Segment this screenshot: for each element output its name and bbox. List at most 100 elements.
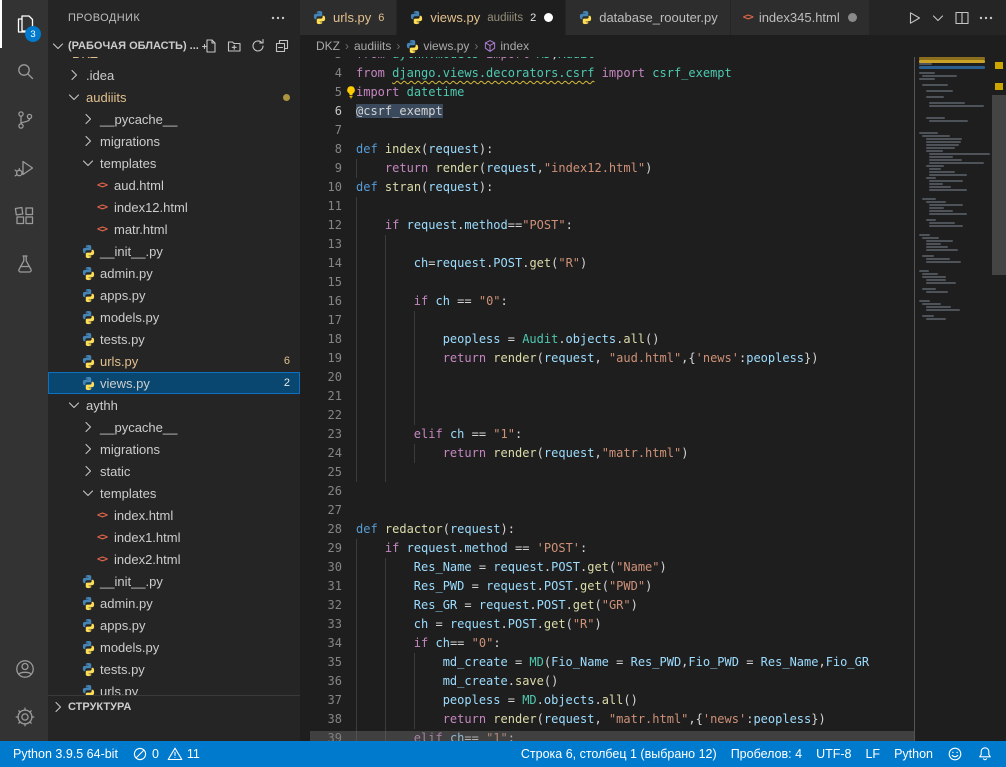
tree-item-__pycache__[interactable]: __pycache__ bbox=[48, 416, 300, 438]
dirty-indicator-icon[interactable] bbox=[848, 13, 857, 22]
tree-item-__init__.py[interactable]: __init__.py bbox=[48, 570, 300, 592]
code-line-36[interactable]: 36 md_create.save() bbox=[300, 672, 914, 691]
tree-item-aythh[interactable]: aythh bbox=[48, 394, 300, 416]
code-line-4[interactable]: 4from django.views.decorators.csrf impor… bbox=[300, 64, 914, 83]
code-line-27[interactable]: 27 bbox=[300, 501, 914, 520]
status-eol[interactable]: LF bbox=[858, 741, 887, 767]
tree-item-migrations[interactable]: migrations bbox=[48, 130, 300, 152]
tree-item-DKZ[interactable]: DKZ bbox=[48, 57, 300, 64]
code-line-21[interactable]: 21 bbox=[300, 387, 914, 406]
code-line-12[interactable]: 12 if request.method=="POST": bbox=[300, 216, 914, 235]
tree-item-views.py[interactable]: views.py2 bbox=[48, 372, 300, 394]
tree-item-index1.html[interactable]: <>index1.html bbox=[48, 526, 300, 548]
status-cursor-position[interactable]: Строка 6, столбец 1 (выбрано 12) bbox=[514, 741, 724, 767]
collapse-all-icon[interactable] bbox=[272, 36, 292, 56]
code-line-30[interactable]: 30 Res_Name = request.POST.get("Name") bbox=[300, 558, 914, 577]
code-line-35[interactable]: 35 md_create = MD(Fio_Name = Res_PWD,Fio… bbox=[300, 653, 914, 672]
tree-item-urls.py[interactable]: urls.py6 bbox=[48, 350, 300, 372]
more-actions-button[interactable] bbox=[976, 8, 996, 28]
code-line-17[interactable]: 17 bbox=[300, 311, 914, 330]
tree-item-templates[interactable]: templates bbox=[48, 152, 300, 174]
tree-item-__pycache__[interactable]: __pycache__ bbox=[48, 108, 300, 130]
tree-item-__init__.py[interactable]: __init__.py bbox=[48, 240, 300, 262]
tree-item-.idea[interactable]: .idea bbox=[48, 64, 300, 86]
status-encoding[interactable]: UTF-8 bbox=[809, 741, 858, 767]
overview-ruler[interactable] bbox=[992, 57, 1006, 741]
status-language-mode[interactable]: Python bbox=[887, 741, 940, 767]
activity-item-settings[interactable] bbox=[0, 693, 48, 741]
code-line-26[interactable]: 26 bbox=[300, 482, 914, 501]
code-line-16[interactable]: 16 if ch == "0": bbox=[300, 292, 914, 311]
tab-index345.html[interactable]: <>index345.html bbox=[731, 0, 870, 35]
tree-item-models.py[interactable]: models.py bbox=[48, 306, 300, 328]
activity-item-run-debug[interactable] bbox=[0, 144, 48, 192]
status-python-interpreter[interactable]: Python 3.9.5 64-bit bbox=[6, 741, 125, 767]
outline-section-header[interactable]: СТРУКТУРА bbox=[48, 695, 300, 718]
tab-urls.py[interactable]: urls.py6 bbox=[300, 0, 397, 35]
tree-item-admin.py[interactable]: admin.py bbox=[48, 592, 300, 614]
code-line-18[interactable]: 18 peopless = Audit.objects.all() bbox=[300, 330, 914, 349]
code-line-37[interactable]: 37 peopless = MD.objects.all() bbox=[300, 691, 914, 710]
code-line-34[interactable]: 34 if ch== "0": bbox=[300, 634, 914, 653]
tree-item-apps.py[interactable]: apps.py bbox=[48, 284, 300, 306]
code-line-31[interactable]: 31 Res_PWD = request.POST.get("PWD") bbox=[300, 577, 914, 596]
activity-item-testing[interactable] bbox=[0, 240, 48, 288]
activity-item-search[interactable] bbox=[0, 48, 48, 96]
dirty-indicator-icon[interactable] bbox=[544, 13, 553, 22]
code-line-13[interactable]: 13 bbox=[300, 235, 914, 254]
tree-item-tests.py[interactable]: tests.py bbox=[48, 658, 300, 680]
new-file-icon[interactable] bbox=[200, 36, 220, 56]
tree-item-audiiits[interactable]: audiiits bbox=[48, 86, 300, 108]
code-line-28[interactable]: 28def redactor(request): bbox=[300, 520, 914, 539]
sidebar-more-actions-icon[interactable] bbox=[268, 8, 288, 28]
tree-item-index2.html[interactable]: <>index2.html bbox=[48, 548, 300, 570]
code-line-11[interactable]: 11 bbox=[300, 197, 914, 216]
tab-database_roouter.py[interactable]: database_roouter.py bbox=[566, 0, 731, 35]
activity-item-extensions[interactable] bbox=[0, 192, 48, 240]
breadcrumb-item-DKZ[interactable]: DKZ bbox=[316, 39, 340, 53]
code-pane[interactable]: 3from aythh.models import MD,Audit4from … bbox=[300, 57, 914, 741]
code-editor[interactable]: 3from aythh.models import MD,Audit4from … bbox=[300, 57, 1006, 741]
refresh-icon[interactable] bbox=[248, 36, 268, 56]
code-line-33[interactable]: 33 ch = request.POST.get("R") bbox=[300, 615, 914, 634]
code-line-10[interactable]: 10def stran(request): bbox=[300, 178, 914, 197]
tree-item-tests.py[interactable]: tests.py bbox=[48, 328, 300, 350]
code-line-32[interactable]: 32 Res_GR = request.POST.get("GR") bbox=[300, 596, 914, 615]
minimap[interactable] bbox=[914, 57, 992, 741]
activity-item-explorer[interactable]: 3 bbox=[0, 0, 48, 48]
vertical-scrollbar[interactable] bbox=[992, 95, 1006, 275]
tree-item-aud.html[interactable]: <>aud.html bbox=[48, 174, 300, 196]
tree-item-admin.py[interactable]: admin.py bbox=[48, 262, 300, 284]
run-dropdown[interactable] bbox=[928, 8, 948, 28]
tree-item-static[interactable]: static bbox=[48, 460, 300, 482]
activity-item-source-control[interactable] bbox=[0, 96, 48, 144]
code-line-9[interactable]: 9 return render(request,"index12.html") bbox=[300, 159, 914, 178]
code-line-8[interactable]: 8def index(request): bbox=[300, 140, 914, 159]
code-line-20[interactable]: 20 bbox=[300, 368, 914, 387]
breadcrumb-item-audiiits[interactable]: audiiits bbox=[354, 39, 391, 53]
horizontal-scrollbar[interactable] bbox=[310, 731, 914, 741]
status-problems[interactable]: 011 bbox=[125, 741, 207, 767]
tree-item-apps.py[interactable]: apps.py bbox=[48, 614, 300, 636]
code-line-22[interactable]: 22 bbox=[300, 406, 914, 425]
workspace-section-header[interactable]: (РАБОЧАЯ ОБЛАСТЬ) ... bbox=[48, 35, 300, 57]
code-line-23[interactable]: 23 elif ch == "1": bbox=[300, 425, 914, 444]
tab-views.py[interactable]: views.pyaudiiits2 bbox=[397, 0, 566, 35]
breadcrumb-item-views.py[interactable]: views.py bbox=[405, 39, 469, 54]
tree-item-matr.html[interactable]: <>matr.html bbox=[48, 218, 300, 240]
code-line-24[interactable]: 24 return render(request,"matr.html") bbox=[300, 444, 914, 463]
split-editor-button[interactable] bbox=[952, 8, 972, 28]
tree-item-index12.html[interactable]: <>index12.html bbox=[48, 196, 300, 218]
code-line-7[interactable]: 7 bbox=[300, 121, 914, 140]
code-line-6[interactable]: 6@csrf_exempt bbox=[300, 102, 914, 121]
code-line-19[interactable]: 19 return render(request, "aud.html",{'n… bbox=[300, 349, 914, 368]
code-line-15[interactable]: 15 bbox=[300, 273, 914, 292]
tree-item-models.py[interactable]: models.py bbox=[48, 636, 300, 658]
activity-item-account[interactable] bbox=[0, 645, 48, 693]
code-line-29[interactable]: 29 if request.method == 'POST': bbox=[300, 539, 914, 558]
tree-item-index.html[interactable]: <>index.html bbox=[48, 504, 300, 526]
run-button[interactable] bbox=[904, 8, 924, 28]
code-line-3[interactable]: 3from aythh.models import MD,Audit bbox=[300, 57, 914, 64]
tree-item-templates[interactable]: templates bbox=[48, 482, 300, 504]
code-line-5[interactable]: 5import datetime bbox=[300, 83, 914, 102]
